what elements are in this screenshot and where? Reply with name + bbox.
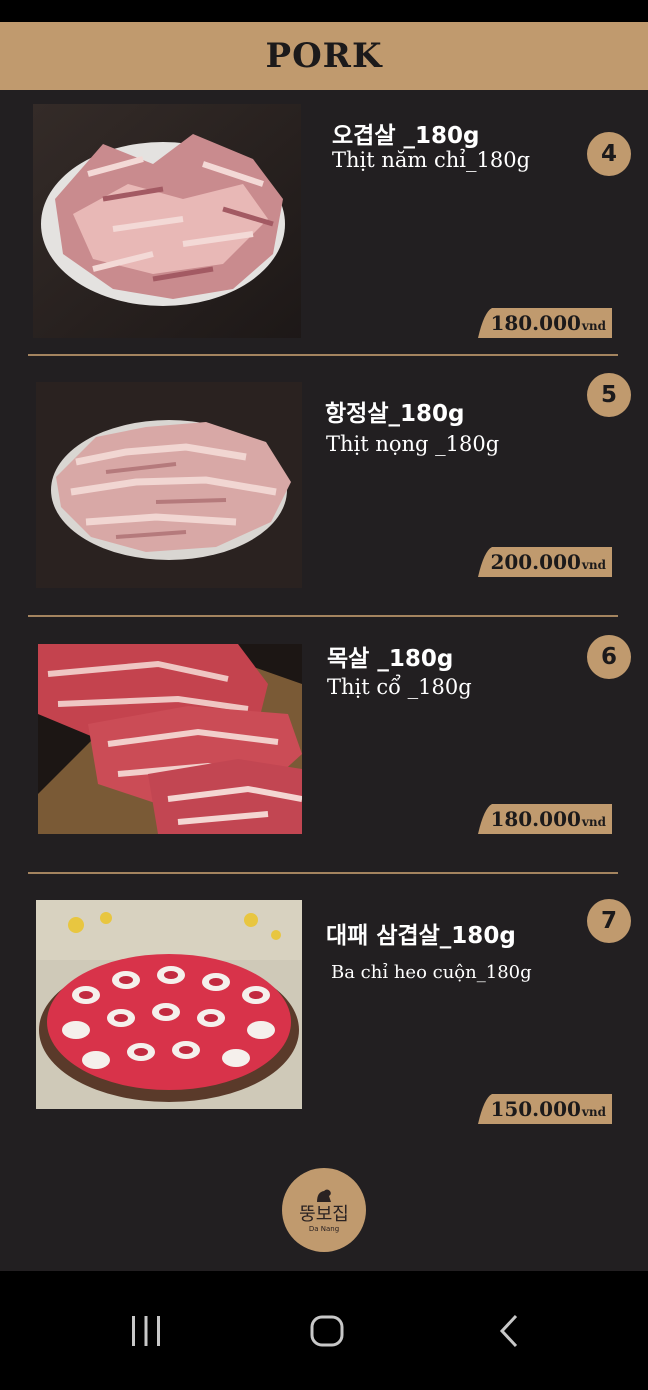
price-tag: 180.000vnd xyxy=(478,804,612,834)
back-icon xyxy=(499,1314,518,1348)
item-name-vietnamese: Thịt cổ _180g xyxy=(327,675,472,699)
divider xyxy=(28,354,618,356)
item-name-vietnamese: Ba chỉ heo cuộn_180g xyxy=(331,962,532,983)
item-name-vietnamese: Thịt năm chỉ_180g xyxy=(332,148,531,172)
recent-apps-button[interactable] xyxy=(116,1301,176,1361)
price-tag: 180.000vnd xyxy=(478,308,612,338)
price-tag: 150.000vnd xyxy=(478,1094,612,1124)
navigation-bar xyxy=(0,1271,648,1390)
price-unit: vnd xyxy=(581,815,606,829)
price-unit: vnd xyxy=(581,319,606,333)
pork-jowl-plate-photo xyxy=(36,382,302,588)
item-name-korean: 항정살_180g xyxy=(325,401,465,427)
price-value: 150.000 xyxy=(490,1097,581,1121)
divider xyxy=(28,615,618,617)
home-button[interactable] xyxy=(297,1301,357,1361)
price-unit: vnd xyxy=(581,1105,606,1119)
item-number-badge: 4 xyxy=(587,132,631,176)
menu-page: PORK 오겹살 _180g Thịt năm chỉ_180g 4 180.0… xyxy=(0,22,648,1271)
item-name-vietnamese: Thịt nọng _180g xyxy=(326,432,500,456)
back-button[interactable] xyxy=(479,1301,539,1361)
divider xyxy=(28,872,618,874)
section-header: PORK xyxy=(0,22,648,90)
logo-subtitle: Da Nang xyxy=(308,1224,340,1233)
price-value: 200.000 xyxy=(490,550,581,574)
price-unit: vnd xyxy=(581,558,606,572)
pork-belly-plate-photo xyxy=(33,104,301,338)
price-value: 180.000 xyxy=(490,311,581,335)
price-tag: 200.000vnd xyxy=(478,547,612,577)
rolled-pork-belly-photo xyxy=(36,900,302,1109)
recent-apps-icon xyxy=(132,1316,160,1346)
item-number-badge: 7 xyxy=(587,899,631,943)
item-name-korean: 대패 삼겹살_180g xyxy=(326,923,516,949)
section-title: PORK xyxy=(265,36,383,76)
item-number-badge: 5 xyxy=(587,373,631,417)
home-icon xyxy=(310,1315,344,1347)
item-number-badge: 6 xyxy=(587,635,631,679)
pig-icon xyxy=(317,1189,331,1202)
price-value: 180.000 xyxy=(490,807,581,831)
item-name-korean: 목살 _180g xyxy=(327,646,454,672)
status-bar xyxy=(0,0,648,22)
logo-text: 뚱보집 xyxy=(299,1203,349,1225)
pork-neck-slices-photo xyxy=(38,644,302,834)
item-name-korean: 오겹살 _180g xyxy=(332,123,480,149)
restaurant-logo: 뚱보집 Da Nang xyxy=(282,1168,366,1252)
